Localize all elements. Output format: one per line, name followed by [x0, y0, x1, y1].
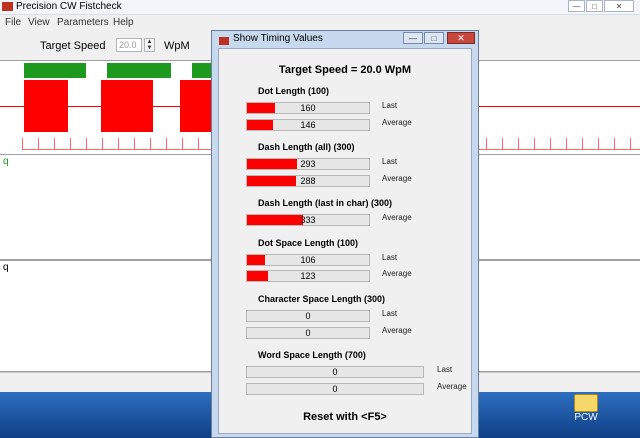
time-tick	[134, 138, 135, 150]
timing-value: 160	[300, 103, 316, 113]
menu-view[interactable]: View	[28, 17, 50, 28]
time-tick	[550, 138, 551, 150]
timing-row-label: Average	[382, 174, 412, 183]
timing-value: 106	[300, 255, 316, 265]
time-tick	[54, 138, 55, 150]
window-title: Precision CW Fistcheck	[16, 1, 122, 12]
timing-row-label: Average	[382, 269, 412, 278]
timing-group-title: Dot Space Length (100)	[258, 238, 359, 248]
target-speed-unit: WpM	[164, 40, 190, 52]
timing-value: 146	[300, 120, 316, 130]
app-icon	[2, 2, 13, 11]
gap-bar	[24, 63, 86, 78]
dialog-minimize-button[interactable]: —	[403, 32, 423, 44]
time-tick	[86, 138, 87, 150]
dialog-title: Show Timing Values	[233, 33, 323, 44]
timing-group-title: Word Space Length (700)	[258, 350, 366, 360]
timing-value: 0	[305, 328, 311, 338]
timing-value: 0	[332, 384, 338, 394]
timing-bar: 0	[246, 366, 424, 378]
timing-bar: 0	[246, 310, 370, 322]
maximize-button[interactable]: □	[586, 0, 603, 12]
time-tick	[518, 138, 519, 150]
timing-value: 293	[300, 159, 316, 169]
timing-group-title: Dash Length (last in char) (300)	[258, 198, 393, 208]
timing-group-title: Character Space Length (300)	[258, 294, 386, 304]
reset-hint: Reset with <F5>	[303, 411, 387, 423]
timing-value: 0	[305, 311, 311, 321]
timing-bar: 288	[246, 175, 370, 187]
gap-bar	[107, 63, 171, 78]
timing-bar: 123	[246, 270, 370, 282]
close-button[interactable]: ✕	[604, 0, 634, 12]
time-tick	[598, 138, 599, 150]
timing-row-label: Last	[382, 157, 398, 166]
time-tick	[38, 138, 39, 150]
folder-icon	[574, 394, 598, 412]
target-speed-label: Target Speed	[40, 40, 106, 52]
timing-row-label: Average	[382, 118, 412, 127]
timing-row-label: Last	[382, 101, 398, 110]
menu-file[interactable]: File	[5, 17, 21, 28]
timing-row-label: Average	[437, 382, 467, 391]
timing-row-label: Last	[382, 253, 398, 262]
timing-row-label: Last	[382, 309, 398, 318]
time-tick	[182, 138, 183, 150]
time-tick	[198, 138, 199, 150]
time-tick	[534, 138, 535, 150]
dialog-app-icon	[219, 37, 229, 45]
timing-group-title: Dot Length (100)	[258, 86, 329, 96]
time-tick	[486, 138, 487, 150]
time-tick	[22, 138, 23, 150]
timing-bar: 0	[246, 383, 424, 395]
input-text: q	[3, 262, 9, 273]
timing-row-label: Average	[382, 326, 412, 335]
timing-value: 123	[300, 271, 316, 281]
time-tick	[582, 138, 583, 150]
dialog-close-button[interactable]: ✕	[447, 32, 475, 44]
time-tick	[630, 138, 631, 150]
timing-bar: 0	[246, 327, 370, 339]
timing-value: 333	[300, 215, 316, 225]
menu-help[interactable]: Help	[113, 17, 134, 28]
timing-bar: 333	[246, 214, 370, 226]
time-tick	[150, 138, 151, 150]
timing-value: 288	[300, 176, 316, 186]
timing-value: 0	[332, 367, 338, 377]
time-tick	[70, 138, 71, 150]
desktop-shortcut-pcw[interactable]: PCW	[566, 392, 606, 426]
time-tick	[502, 138, 503, 150]
timing-group-title: Dash Length (all) (300)	[258, 142, 355, 152]
time-tick	[166, 138, 167, 150]
dialog-target-speed: Target Speed = 20.0 WpM	[278, 64, 412, 76]
decoded-text: q	[3, 156, 9, 167]
timing-row-label: Average	[382, 213, 412, 222]
target-speed-input[interactable]	[116, 38, 142, 52]
time-tick	[566, 138, 567, 150]
minimize-button[interactable]: —	[568, 0, 585, 12]
timing-bar: 293	[246, 158, 370, 170]
timing-bar: 160	[246, 102, 370, 114]
dialog-maximize-button[interactable]: □	[424, 32, 444, 44]
timing-bar: 106	[246, 254, 370, 266]
time-tick	[614, 138, 615, 150]
menu-parameters[interactable]: Parameters	[57, 17, 109, 28]
timing-bar: 146	[246, 119, 370, 131]
time-tick	[118, 138, 119, 150]
target-speed-spinner[interactable]: ▲ ▼	[144, 38, 155, 52]
timing-row-label: Last	[437, 365, 453, 374]
desktop-shortcut-label: PCW	[574, 412, 598, 423]
time-tick	[102, 138, 103, 150]
